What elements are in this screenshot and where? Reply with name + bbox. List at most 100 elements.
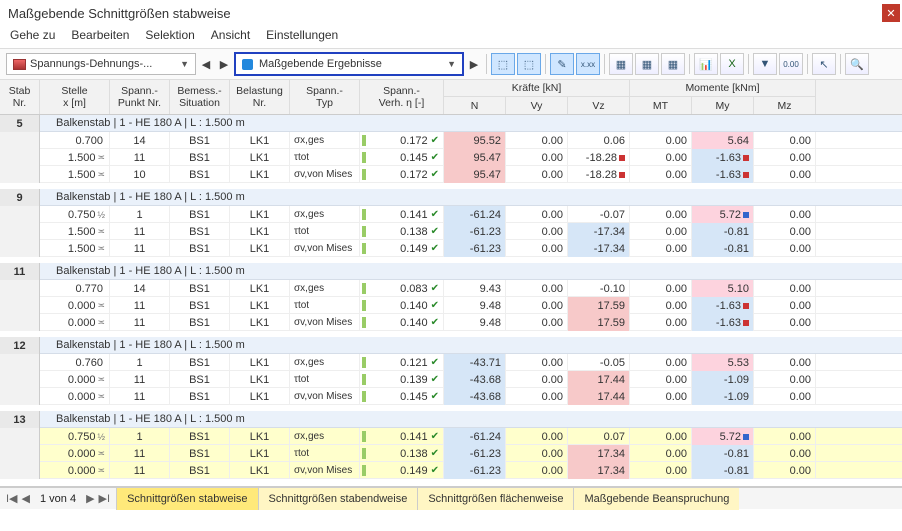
cell-verh[interactable]: 0.139✔ bbox=[360, 371, 444, 388]
cell-bem[interactable]: BS1 bbox=[170, 132, 230, 149]
cell-vz[interactable]: 0.07 bbox=[568, 428, 630, 445]
tab-stabendweise[interactable]: Schnittgrößen stabendweise bbox=[258, 488, 418, 510]
cell-stelle[interactable]: 1.500≍ bbox=[40, 149, 110, 166]
cell-my[interactable]: -0.81 bbox=[692, 240, 754, 257]
tool-select-rect[interactable]: ⬚ bbox=[491, 53, 515, 75]
col-vz[interactable]: Vz bbox=[568, 97, 630, 114]
cell-mt[interactable]: 0.00 bbox=[630, 149, 692, 166]
cell-bem[interactable]: BS1 bbox=[170, 223, 230, 240]
cell-bel[interactable]: LK1 bbox=[230, 206, 290, 223]
cell-my[interactable]: -0.81 bbox=[692, 445, 754, 462]
cell-spkt[interactable]: 14 bbox=[110, 280, 170, 297]
cell-stelle[interactable]: 0.750½ bbox=[40, 428, 110, 445]
cell-mt[interactable]: 0.00 bbox=[630, 132, 692, 149]
next-button[interactable]: ▶ bbox=[216, 53, 232, 75]
group-header[interactable]: 11Balkenstab | 1 - HE 180 A | L : 1.500 … bbox=[0, 263, 902, 280]
cell-spkt[interactable]: 11 bbox=[110, 314, 170, 331]
cell-bel[interactable]: LK1 bbox=[230, 132, 290, 149]
cell-bel[interactable]: LK1 bbox=[230, 388, 290, 405]
cell-mz[interactable]: 0.00 bbox=[754, 314, 816, 331]
cell-n[interactable]: -43.68 bbox=[444, 371, 506, 388]
cell-n[interactable]: 95.47 bbox=[444, 166, 506, 183]
cell-my[interactable]: 5.72 bbox=[692, 428, 754, 445]
table-row[interactable]: 0.000≍ 11 BS1 LK1 τtot 0.138✔ -61.23 0.0… bbox=[0, 445, 902, 462]
cell-mz[interactable]: 0.00 bbox=[754, 149, 816, 166]
cell-bem[interactable]: BS1 bbox=[170, 314, 230, 331]
cell-n[interactable]: 95.52 bbox=[444, 132, 506, 149]
col-mz[interactable]: Mz bbox=[754, 97, 816, 114]
cell-bel[interactable]: LK1 bbox=[230, 354, 290, 371]
cell-vz[interactable]: 17.34 bbox=[568, 445, 630, 462]
cell-verh[interactable]: 0.121✔ bbox=[360, 354, 444, 371]
cell-vz[interactable]: -17.34 bbox=[568, 223, 630, 240]
tool-select-free[interactable]: ⬚ bbox=[517, 53, 541, 75]
cell-my[interactable]: -1.63 bbox=[692, 166, 754, 183]
next2-button[interactable]: ▶ bbox=[466, 53, 482, 75]
cell-vy[interactable]: 0.00 bbox=[506, 132, 568, 149]
group-header[interactable]: 9Balkenstab | 1 - HE 180 A | L : 1.500 m bbox=[0, 189, 902, 206]
cell-spkt[interactable]: 11 bbox=[110, 388, 170, 405]
cell-mt[interactable]: 0.00 bbox=[630, 297, 692, 314]
cell-stelle[interactable]: 1.500≍ bbox=[40, 166, 110, 183]
cell-bem[interactable]: BS1 bbox=[170, 240, 230, 257]
cell-vy[interactable]: 0.00 bbox=[506, 223, 568, 240]
cell-my[interactable]: 5.53 bbox=[692, 354, 754, 371]
cell-verh[interactable]: 0.145✔ bbox=[360, 388, 444, 405]
cell-bem[interactable]: BS1 bbox=[170, 166, 230, 183]
cell-typ[interactable]: τtot bbox=[290, 149, 360, 166]
cell-mz[interactable]: 0.00 bbox=[754, 166, 816, 183]
cell-vy[interactable]: 0.00 bbox=[506, 445, 568, 462]
cell-verh[interactable]: 0.140✔ bbox=[360, 297, 444, 314]
cell-mt[interactable]: 0.00 bbox=[630, 240, 692, 257]
cell-mz[interactable]: 0.00 bbox=[754, 132, 816, 149]
col-n[interactable]: N bbox=[444, 97, 506, 114]
tool-export-excel[interactable]: X bbox=[720, 53, 744, 75]
cell-spkt[interactable]: 1 bbox=[110, 354, 170, 371]
cell-vy[interactable]: 0.00 bbox=[506, 280, 568, 297]
cell-verh[interactable]: 0.172✔ bbox=[360, 132, 444, 149]
table-row[interactable]: 0.700 14 BS1 LK1 σx,ges 0.172✔ 95.52 0.0… bbox=[0, 132, 902, 149]
cell-bem[interactable]: BS1 bbox=[170, 297, 230, 314]
cell-spkt[interactable]: 1 bbox=[110, 206, 170, 223]
cell-mz[interactable]: 0.00 bbox=[754, 462, 816, 479]
cell-mt[interactable]: 0.00 bbox=[630, 314, 692, 331]
cell-spkt[interactable]: 11 bbox=[110, 223, 170, 240]
prev-button[interactable]: ◀ bbox=[198, 53, 214, 75]
cell-n[interactable]: -43.71 bbox=[444, 354, 506, 371]
cell-mz[interactable]: 0.00 bbox=[754, 297, 816, 314]
cell-bel[interactable]: LK1 bbox=[230, 462, 290, 479]
cell-bem[interactable]: BS1 bbox=[170, 280, 230, 297]
table-row[interactable]: 0.760 1 BS1 LK1 σx,ges 0.121✔ -43.71 0.0… bbox=[0, 354, 902, 371]
cell-vz[interactable]: 17.59 bbox=[568, 314, 630, 331]
cell-bel[interactable]: LK1 bbox=[230, 149, 290, 166]
tool-table1[interactable]: ▦ bbox=[609, 53, 633, 75]
col-bel[interactable]: BelastungNr. bbox=[230, 80, 290, 114]
cell-mt[interactable]: 0.00 bbox=[630, 462, 692, 479]
cell-verh[interactable]: 0.172✔ bbox=[360, 166, 444, 183]
cell-vy[interactable]: 0.00 bbox=[506, 240, 568, 257]
menu-goto[interactable]: Gehe zu bbox=[10, 28, 55, 42]
tool-decimals[interactable]: 0.00 bbox=[779, 53, 803, 75]
cell-typ[interactable]: σx,ges bbox=[290, 428, 360, 445]
cell-verh[interactable]: 0.149✔ bbox=[360, 462, 444, 479]
tool-chart[interactable]: 📊 bbox=[694, 53, 718, 75]
tool-view-xxx[interactable]: x.xx bbox=[576, 53, 600, 75]
cell-stelle[interactable]: 0.000≍ bbox=[40, 462, 110, 479]
cell-n[interactable]: -61.23 bbox=[444, 445, 506, 462]
cell-my[interactable]: -1.09 bbox=[692, 371, 754, 388]
cell-spkt[interactable]: 10 bbox=[110, 166, 170, 183]
tool-view-3d[interactable]: ✎ bbox=[550, 53, 574, 75]
cell-bem[interactable]: BS1 bbox=[170, 388, 230, 405]
cell-vz[interactable]: -0.05 bbox=[568, 354, 630, 371]
cell-stelle[interactable]: 1.500≍ bbox=[40, 240, 110, 257]
cell-typ[interactable]: σx,ges bbox=[290, 132, 360, 149]
cell-n[interactable]: 9.48 bbox=[444, 314, 506, 331]
cell-mt[interactable]: 0.00 bbox=[630, 388, 692, 405]
cell-stelle[interactable]: 1.500≍ bbox=[40, 223, 110, 240]
table-body[interactable]: 5Balkenstab | 1 - HE 180 A | L : 1.500 m… bbox=[0, 115, 902, 487]
cell-spkt[interactable]: 11 bbox=[110, 149, 170, 166]
design-type-combo[interactable]: Spannungs-Dehnungs-... ▼ bbox=[6, 53, 196, 75]
table-row[interactable]: 1.500≍ 10 BS1 LK1 σv,von Mises 0.172✔ 95… bbox=[0, 166, 902, 183]
cell-bel[interactable]: LK1 bbox=[230, 314, 290, 331]
cell-verh[interactable]: 0.141✔ bbox=[360, 428, 444, 445]
